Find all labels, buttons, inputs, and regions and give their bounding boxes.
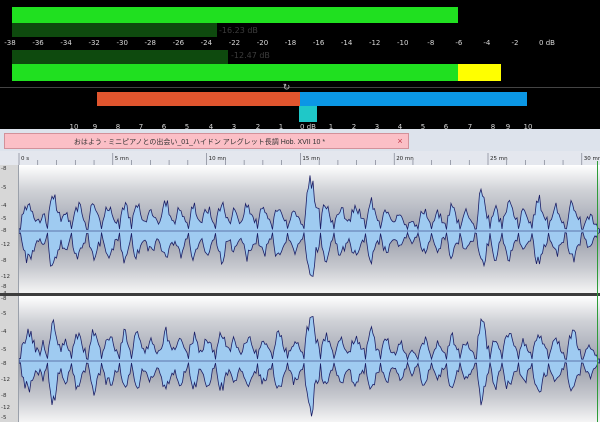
amplitude-label: -8: [1, 393, 7, 399]
phase-center-bar: [299, 106, 317, 122]
meter-2-hold-bar: [12, 50, 228, 64]
meter-scale-label: -8: [427, 39, 435, 47]
meter-separator: [0, 87, 600, 88]
meter-scale-label: -26: [172, 39, 185, 47]
ruler-time-label: 10 mn: [209, 156, 227, 162]
amplitude-label: -5: [1, 347, 7, 353]
meter-scale-label: -12: [368, 39, 381, 47]
meter-scale-label: -18: [284, 39, 297, 47]
meter-scale-label: -24: [200, 39, 213, 47]
meter-scale-label: -16: [312, 39, 325, 47]
meter-1-hold-bar: [12, 23, 217, 37]
right-channel-wave: [19, 315, 600, 417]
meter-scale-label: -28: [144, 39, 156, 47]
phase-right-bar: [300, 92, 527, 106]
meter-scale-label: -22: [228, 39, 241, 47]
waveform-editor[interactable]: 0 s5 mn 10 mn 15 mn 20 mn 25 mn 30 mn -8 -5 -4-…: [0, 151, 600, 422]
amplitude-label: -8: [1, 258, 7, 264]
meter-scale-label: -32: [88, 39, 100, 47]
ruler-time-label: 0 s: [21, 156, 29, 162]
amplitude-label: -5: [1, 185, 7, 191]
phase-left-bar: [97, 92, 300, 106]
meter-scale-label: -38: [4, 39, 16, 47]
amplitude-label: -8: [1, 361, 7, 367]
left-channel-wave: [19, 175, 600, 277]
ruler-time-label: 5 mn: [115, 156, 130, 162]
amplitude-label: -8: [1, 228, 7, 234]
amplitude-label: -12: [1, 377, 10, 383]
ruler-time-label: 20 mn: [396, 156, 414, 162]
amplitude-label: -4: [1, 329, 7, 335]
left-channel-waveform[interactable]: [19, 165, 600, 293]
playhead-marker[interactable]: [597, 161, 598, 422]
amplitude-label: -12: [1, 274, 10, 280]
meter-scale-label: -34: [60, 39, 72, 47]
meter-2-bar: [12, 64, 501, 81]
meter-scale-label: 0 dB: [539, 39, 555, 47]
ruler-time-label: 15 mn: [302, 156, 320, 162]
amplitude-label: -12: [1, 242, 10, 248]
meter-1-readout: -16.23 dB: [219, 26, 258, 35]
meter-1-bar: [12, 7, 459, 23]
close-tab-icon[interactable]: ×: [395, 135, 405, 147]
meter-scale-label: -10: [397, 39, 409, 47]
right-channel-waveform[interactable]: [19, 296, 600, 422]
meter-scale-label: -30: [116, 39, 128, 47]
meter-scale-label: -4: [483, 39, 491, 47]
amplitude-label: -5: [1, 311, 7, 317]
meter-scale-label: -36: [32, 39, 44, 47]
amplitude-label: -8: [1, 296, 7, 302]
level-meter-panel: -16.23 dB -12.47 dB -38 -36 -34 -32 -30 -28 -2…: [0, 0, 600, 129]
document-tab[interactable]: おはよう - ミニピアノとの出会い_01_ハイドン アレグレット長調 Hob. …: [4, 133, 409, 149]
loop-icon[interactable]: ↻: [282, 83, 291, 92]
amplitude-label: -4: [1, 203, 7, 209]
meter-2-readout: -12.47 dB: [231, 51, 270, 60]
meter-scale-label: -2: [511, 39, 519, 47]
meter-scale-label: -6: [455, 39, 463, 47]
amplitude-label: -12: [1, 405, 10, 411]
amplitude-label: -5: [1, 216, 7, 222]
time-ruler[interactable]: 0 s5 mn 10 mn 15 mn 20 mn 25 mn 30 mn: [0, 151, 600, 166]
meter-scale-label: -14: [340, 39, 353, 47]
meter-scale-label: -20: [256, 39, 269, 47]
amplitude-label: -8: [1, 284, 7, 290]
time-ruler-ticks: 0 s5 mn 10 mn 15 mn 20 mn 25 mn 30 mn: [18, 153, 600, 165]
document-tab-title: おはよう - ミニピアノとの出会い_01_ハイドン アレグレット長調 Hob. …: [73, 139, 326, 146]
amplitude-label: -8: [1, 166, 7, 172]
document-tab-strip: おはよう - ミニピアノとの出会い_01_ハイドン アレグレット長調 Hob. …: [0, 129, 600, 151]
amplitude-label: -5: [1, 415, 7, 421]
ruler-time-label: 25 mn: [490, 156, 508, 162]
